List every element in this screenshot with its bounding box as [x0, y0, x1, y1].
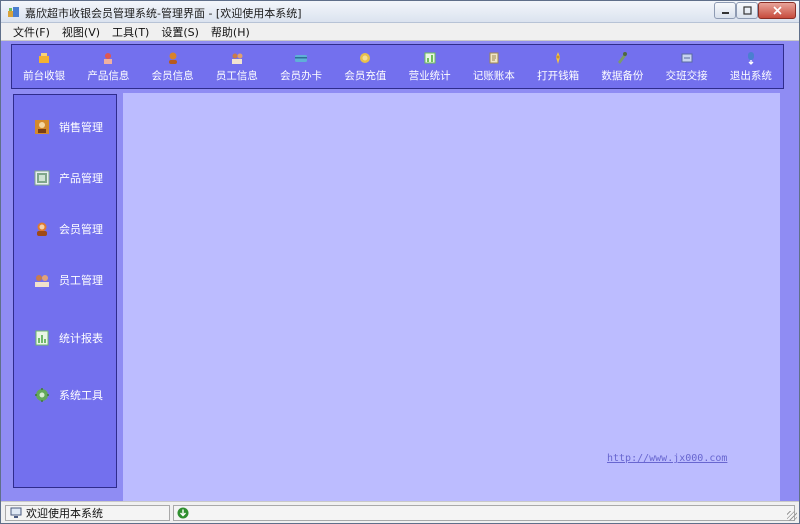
toolbar-label: 会员办卡	[280, 69, 323, 82]
toolbar-band: 前台收银 产品信息 会员信息 员工信息 会员办卡 会员充值 营业统计 记账账本 …	[1, 41, 799, 93]
toolbar-label: 员工信息	[215, 69, 258, 82]
member-mgmt-icon	[34, 221, 50, 237]
sidebar-item-label: 产品管理	[59, 172, 103, 185]
close-button[interactable]	[758, 2, 796, 19]
recharge-icon	[358, 51, 372, 65]
sidebar-item-member[interactable]: 会员管理	[14, 217, 116, 241]
staff-icon	[230, 51, 244, 65]
sales-icon	[34, 119, 50, 135]
toolbar-staff-info-button[interactable]: 员工信息	[205, 45, 269, 88]
sidebar-item-label: 销售管理	[59, 121, 103, 134]
handover-icon	[680, 51, 694, 65]
resize-grip[interactable]	[787, 511, 797, 521]
sidebar-item-label: 系统工具	[59, 389, 103, 402]
backup-icon	[615, 51, 629, 65]
menu-view[interactable]: 视图(V)	[56, 24, 106, 40]
toolbar-member-info-button[interactable]: 会员信息	[141, 45, 205, 88]
sidebar-item-label: 会员管理	[59, 223, 103, 236]
toolbar-cashbox-button[interactable]: 打开钱箱	[526, 45, 590, 88]
status-bar: 欢迎使用本系统	[1, 501, 799, 523]
title-bar[interactable]: 嘉欣超市收银会员管理系统-管理界面 - [欢迎使用本系统]	[1, 1, 799, 23]
product-icon	[101, 51, 115, 65]
menu-tools[interactable]: 工具(T)	[106, 24, 155, 40]
tools-icon	[34, 387, 50, 403]
maximize-button[interactable]	[736, 2, 758, 19]
sidebar: 销售管理 产品管理 会员管理 员工管理 统计报表 系统工具	[13, 94, 117, 488]
window-title: 嘉欣超市收银会员管理系统-管理界面 - [欢迎使用本系统]	[25, 7, 302, 20]
toolbar-label: 数据备份	[601, 69, 644, 82]
stats-icon	[423, 51, 437, 65]
menu-settings[interactable]: 设置(S)	[155, 24, 205, 40]
toolbar-label: 交班交接	[665, 69, 708, 82]
sidebar-item-staff[interactable]: 员工管理	[14, 268, 116, 292]
toolbar-exit-button[interactable]: 退出系统	[719, 45, 783, 88]
toolbar-backup-button[interactable]: 数据备份	[590, 45, 654, 88]
ledger-icon	[487, 51, 501, 65]
sidebar-item-report[interactable]: 统计报表	[14, 326, 116, 350]
toolbar: 前台收银 产品信息 会员信息 员工信息 会员办卡 会员充值 营业统计 记账账本 …	[11, 44, 784, 89]
toolbar-card-button[interactable]: 会员办卡	[269, 45, 333, 88]
toolbar-product-button[interactable]: 产品信息	[76, 45, 140, 88]
toolbar-label: 记账账本	[472, 69, 515, 82]
toolbar-handover-button[interactable]: 交班交接	[655, 45, 719, 88]
status-pane-indicator	[173, 505, 795, 521]
computer-icon	[10, 507, 22, 519]
toolbar-ledger-button[interactable]: 记账账本	[462, 45, 526, 88]
app-window: 嘉欣超市收银会员管理系统-管理界面 - [欢迎使用本系统] 文件(F) 视图(V…	[0, 0, 800, 524]
toolbar-stats-button[interactable]: 营业统计	[398, 45, 462, 88]
app-icon	[7, 5, 21, 19]
toolbar-cashier-button[interactable]: 前台收银	[12, 45, 76, 88]
toolbar-label: 打开钱箱	[537, 69, 580, 82]
sidebar-item-sales[interactable]: 销售管理	[14, 115, 116, 139]
cashbox-icon	[551, 51, 565, 65]
card-icon	[294, 51, 308, 65]
menu-help[interactable]: 帮助(H)	[205, 24, 256, 40]
minimize-button[interactable]	[714, 2, 736, 19]
menu-file[interactable]: 文件(F)	[7, 24, 56, 40]
menu-bar: 文件(F) 视图(V) 工具(T) 设置(S) 帮助(H)	[1, 23, 799, 41]
sidebar-item-tools[interactable]: 系统工具	[14, 383, 116, 407]
toolbar-label: 产品信息	[87, 69, 130, 82]
arrow-down-icon	[177, 507, 189, 519]
toolbar-recharge-button[interactable]: 会员充值	[333, 45, 397, 88]
cashier-icon	[37, 51, 51, 65]
sidebar-item-label: 统计报表	[59, 332, 103, 345]
toolbar-label: 营业统计	[408, 69, 451, 82]
right-strip	[780, 93, 799, 502]
report-icon	[34, 330, 50, 346]
status-message: 欢迎使用本系统	[26, 507, 103, 520]
sidebar-item-label: 员工管理	[59, 274, 103, 287]
main-content: http://www.jx000.com	[123, 93, 780, 502]
toolbar-label: 退出系统	[729, 69, 772, 82]
toolbar-label: 会员信息	[151, 69, 194, 82]
toolbar-label: 前台收银	[23, 69, 66, 82]
toolbar-label: 会员充值	[344, 69, 387, 82]
exit-icon	[744, 51, 758, 65]
sidebar-item-product[interactable]: 产品管理	[14, 166, 116, 190]
status-pane-message: 欢迎使用本系统	[5, 505, 170, 521]
member-icon	[166, 51, 180, 65]
staff-mgmt-icon	[34, 272, 50, 288]
website-link[interactable]: http://www.jx000.com	[607, 453, 727, 464]
product-mgmt-icon	[34, 170, 50, 186]
